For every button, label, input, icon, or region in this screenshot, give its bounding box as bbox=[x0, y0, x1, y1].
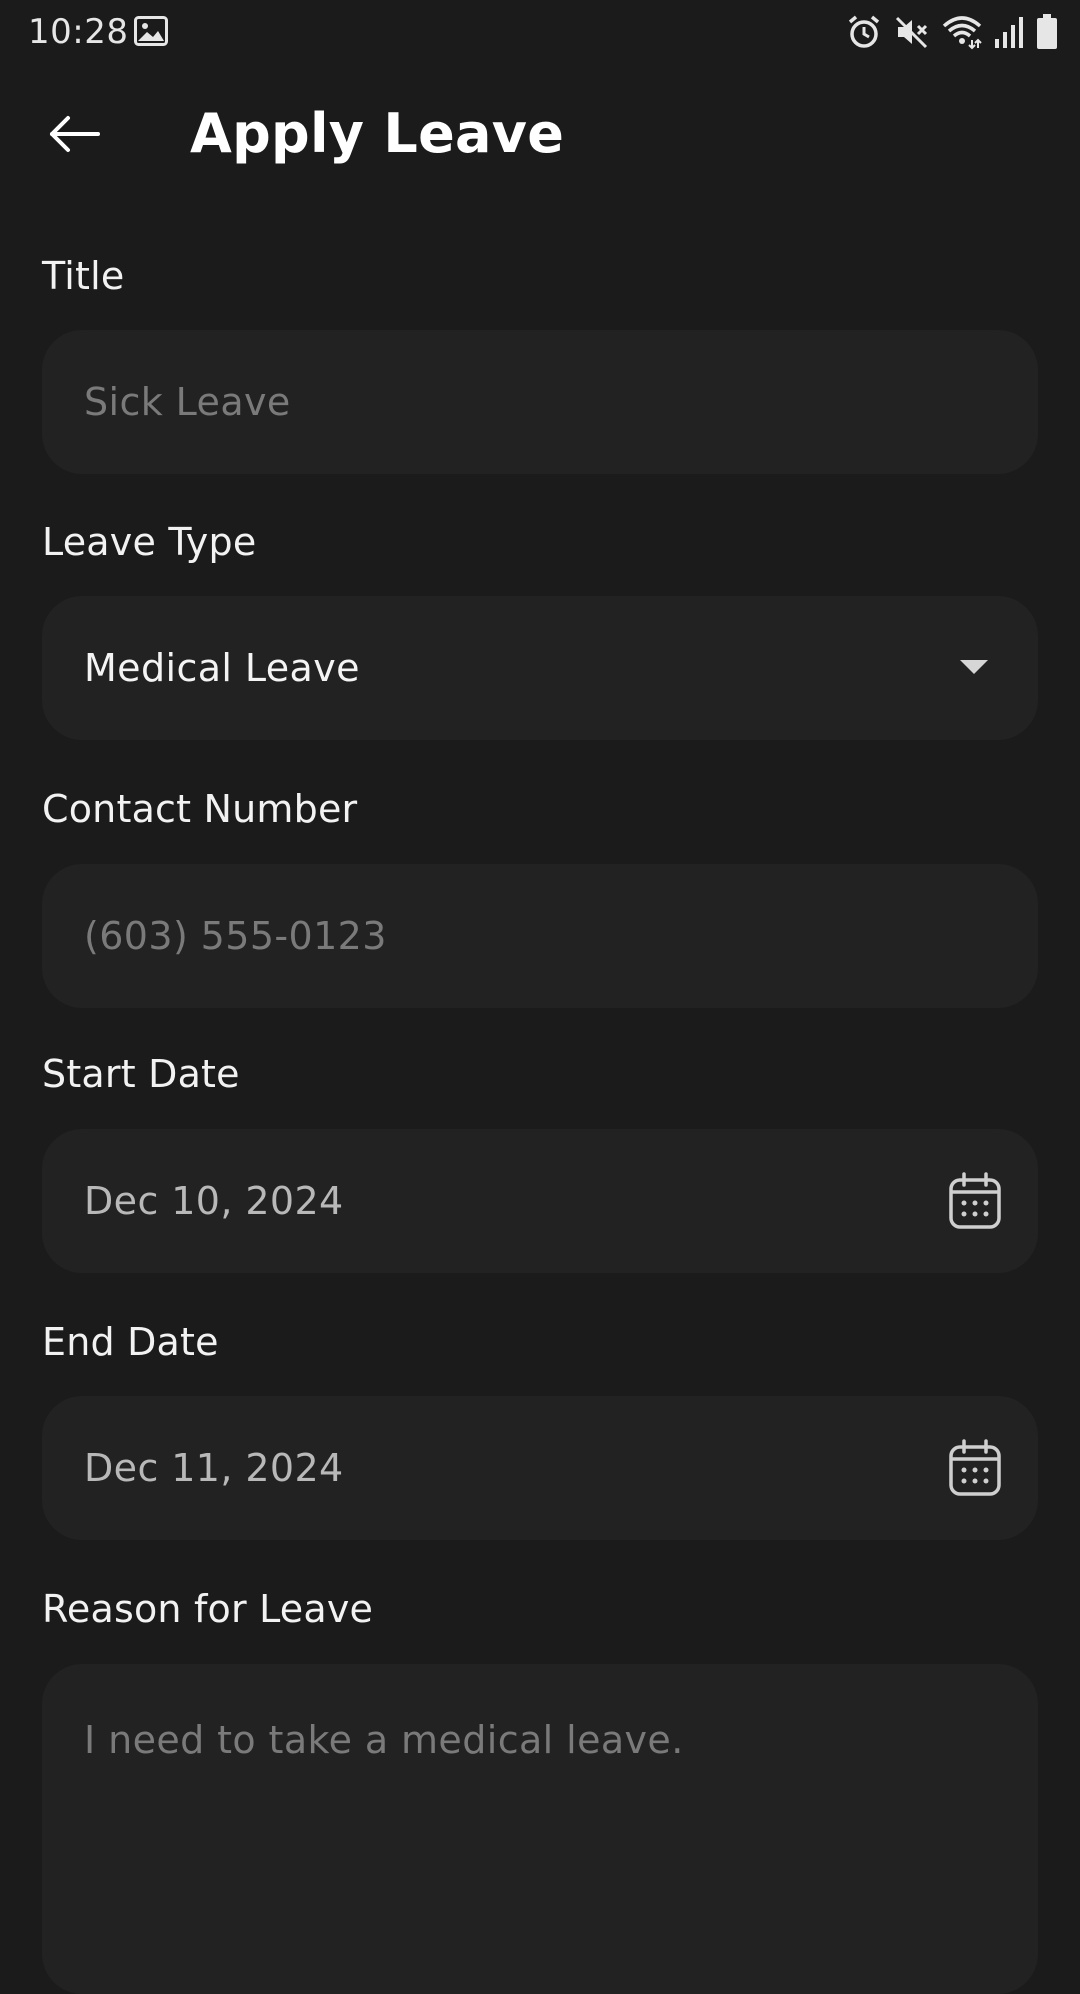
calendar-icon[interactable] bbox=[948, 1439, 1002, 1497]
app-bar: Apply Leave bbox=[0, 66, 1080, 208]
start-date-value: Dec 10, 2024 bbox=[84, 1179, 344, 1223]
status-time: 10:28 bbox=[28, 12, 129, 52]
contact-number-placeholder: (603) 555-0123 bbox=[84, 914, 387, 958]
reason-textarea[interactable]: I need to take a medical leave. bbox=[42, 1664, 1038, 1994]
title-placeholder: Sick Leave bbox=[84, 380, 291, 424]
end-date-value: Dec 11, 2024 bbox=[84, 1446, 344, 1490]
alarm-icon bbox=[846, 14, 882, 50]
leave-type-label: Leave Type bbox=[42, 520, 257, 564]
start-date-field[interactable]: Dec 10, 2024 bbox=[42, 1129, 1038, 1273]
status-icons bbox=[846, 12, 1058, 52]
reason-label: Reason for Leave bbox=[42, 1587, 374, 1631]
dropdown-arrow-icon bbox=[960, 660, 988, 676]
gallery-icon bbox=[134, 16, 168, 46]
end-date-label: End Date bbox=[42, 1320, 219, 1364]
page-title: Apply Leave bbox=[190, 102, 565, 165]
end-date-field[interactable]: Dec 11, 2024 bbox=[42, 1396, 1038, 1540]
signal-icon bbox=[994, 15, 1024, 49]
mute-icon bbox=[894, 14, 930, 50]
leave-type-value: Medical Leave bbox=[84, 646, 360, 690]
battery-icon bbox=[1036, 14, 1058, 50]
title-label: Title bbox=[42, 254, 125, 298]
title-input[interactable]: Sick Leave bbox=[42, 330, 1038, 474]
reason-placeholder: I need to take a medical leave. bbox=[84, 1718, 684, 1762]
back-button[interactable] bbox=[36, 108, 112, 164]
leave-type-dropdown[interactable]: Medical Leave bbox=[42, 596, 1038, 740]
contact-number-input[interactable]: (603) 555-0123 bbox=[42, 864, 1038, 1008]
wifi-icon bbox=[942, 14, 982, 50]
arrow-left-icon bbox=[46, 114, 102, 158]
start-date-label: Start Date bbox=[42, 1052, 240, 1096]
status-bar: 10:28 bbox=[0, 0, 1080, 66]
calendar-icon[interactable] bbox=[948, 1172, 1002, 1230]
contact-number-label: Contact Number bbox=[42, 787, 358, 831]
